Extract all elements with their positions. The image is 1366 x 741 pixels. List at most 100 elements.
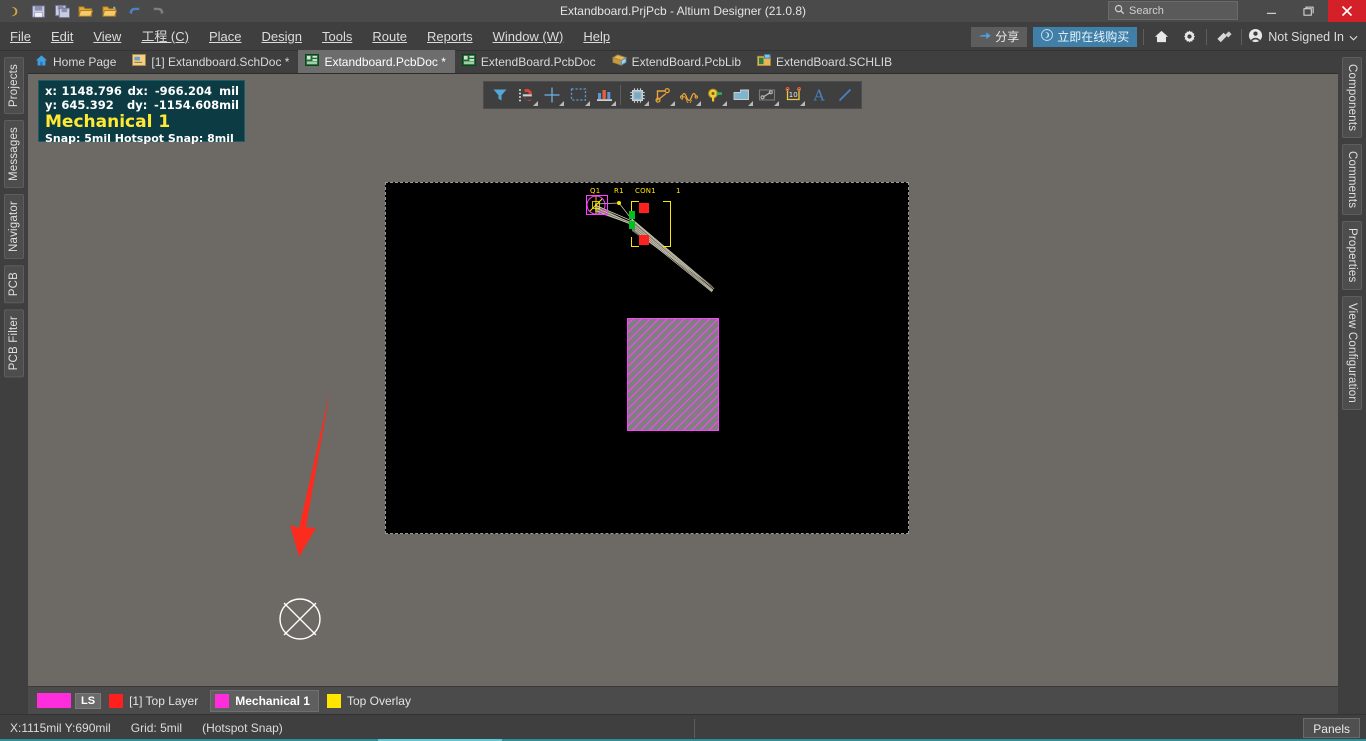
place-component-icon[interactable] bbox=[624, 83, 650, 107]
save-icon[interactable] bbox=[27, 1, 49, 21]
status-snap-mode: (Hotspot Snap) bbox=[202, 721, 283, 735]
place-line-icon[interactable] bbox=[832, 83, 858, 107]
con1-outline-bottom-right bbox=[663, 246, 671, 247]
undo-icon[interactable] bbox=[123, 1, 145, 21]
sidebar-item-navigator[interactable]: Navigator bbox=[4, 194, 24, 260]
measure-icon[interactable] bbox=[754, 83, 780, 107]
active-layer-label: Mechanical 1 bbox=[45, 112, 171, 132]
place-via-icon[interactable] bbox=[702, 83, 728, 107]
svg-text:A: A bbox=[813, 87, 825, 103]
menu-item-view[interactable]: View bbox=[83, 22, 131, 51]
search-input[interactable] bbox=[1129, 4, 1229, 17]
layer-tab-top-overlay[interactable]: Top Overlay bbox=[322, 690, 420, 712]
tab-label-extendboard-pcbdoc: ExtendBoard.PcbDoc bbox=[480, 54, 596, 69]
board-planning-icon[interactable] bbox=[591, 83, 617, 107]
menu-item-window[interactable]: Window (W) bbox=[483, 22, 574, 51]
extensions-icon[interactable] bbox=[1213, 26, 1235, 48]
document-tab-bar: Home Page [1] Extandboard.SchDoc * Extan… bbox=[28, 50, 1338, 74]
menu-item-edit[interactable]: Edit bbox=[41, 22, 83, 51]
snap-settings-label: Snap: 5mil Hotspot Snap: 8mil bbox=[45, 132, 234, 145]
r1-pad-a[interactable] bbox=[629, 211, 635, 219]
magnet-snap-icon[interactable] bbox=[513, 83, 539, 107]
crosshair-cursor-icon[interactable] bbox=[539, 83, 565, 107]
r1-pad bbox=[617, 201, 621, 205]
sidebar-item-messages[interactable]: Messages bbox=[4, 120, 24, 189]
menu-item-project[interactable]: 工程 (C) bbox=[131, 22, 199, 51]
sidebar-item-pcb-filter[interactable]: PCB Filter bbox=[4, 309, 24, 378]
restore-button[interactable] bbox=[1290, 0, 1328, 22]
tab-extandboard-schdoc[interactable]: [1] Extandboard.SchDoc * bbox=[125, 50, 298, 73]
home-icon[interactable] bbox=[1150, 26, 1172, 48]
menu-right-separator-3 bbox=[1241, 28, 1243, 45]
con1-outline-bottom-left bbox=[631, 246, 639, 247]
layer-sets-chip[interactable]: LS bbox=[33, 692, 102, 709]
minimize-button[interactable] bbox=[1252, 0, 1290, 22]
tab-label-extandboard-schdoc: [1] Extandboard.SchDoc * bbox=[151, 54, 290, 69]
user-avatar-icon bbox=[1248, 28, 1263, 46]
tab-extandboard-pcbdoc[interactable]: Extandboard.PcbDoc * bbox=[298, 50, 455, 73]
open-project-icon[interactable] bbox=[99, 1, 121, 21]
tab-extendboard-pcbdoc[interactable]: ExtendBoard.PcbDoc bbox=[455, 50, 605, 73]
menu-label-reports: Reports bbox=[427, 28, 473, 44]
tab-extendboard-pcblib[interactable]: ExtendBoard.PcbLib bbox=[605, 50, 750, 73]
tab-home-page[interactable]: Home Page bbox=[28, 50, 125, 73]
con1-pad-2[interactable] bbox=[639, 235, 649, 245]
left-panel-strip: Projects Messages Navigator PCB PCB Filt… bbox=[0, 51, 28, 686]
x-label: x: bbox=[45, 84, 58, 98]
sidebar-item-comments[interactable]: Comments bbox=[1342, 144, 1362, 216]
panels-button[interactable]: Panels bbox=[1303, 718, 1360, 738]
sign-in-button[interactable]: Not Signed In bbox=[1248, 28, 1362, 46]
title-bar: Extandboard.PrjPcb - Altium Designer (21… bbox=[0, 0, 1366, 22]
con1-pad-1[interactable] bbox=[639, 203, 649, 213]
global-search[interactable] bbox=[1108, 1, 1238, 20]
origin-crosshair-marker bbox=[279, 598, 321, 640]
menu-item-place[interactable]: Place bbox=[199, 22, 252, 51]
pcb-board-outline[interactable]: Q1 R1 CON1 1 bbox=[385, 182, 909, 534]
menu-label-view: View bbox=[93, 28, 122, 44]
interactive-routing-icon[interactable] bbox=[650, 83, 676, 107]
altium-mark-icon bbox=[1041, 29, 1054, 44]
status-grid: Grid: 5mil bbox=[130, 721, 183, 735]
pcbdoc-icon bbox=[305, 54, 320, 69]
menu-item-route[interactable]: Route bbox=[362, 22, 417, 51]
sidebar-item-components[interactable]: Components bbox=[1342, 57, 1362, 139]
menu-item-file[interactable]: File bbox=[0, 22, 41, 51]
coordinate-row-x: x: 1148.796 dx: -966.204 mil bbox=[45, 84, 239, 98]
menu-label-help: Help bbox=[583, 28, 611, 44]
sidebar-item-properties[interactable]: Properties bbox=[1342, 221, 1362, 290]
altium-logo-icon[interactable] bbox=[3, 1, 25, 21]
layer-swatch-top-overlay bbox=[326, 693, 341, 708]
gear-icon[interactable] bbox=[1178, 26, 1200, 48]
sidebar-item-projects[interactable]: Projects bbox=[4, 57, 24, 115]
save-all-icon[interactable] bbox=[51, 1, 73, 21]
filter-icon[interactable] bbox=[487, 83, 513, 107]
tab-extendboard-schlib[interactable]: ExtendBoard.SCHLIB bbox=[750, 50, 901, 73]
layer-tab-mechanical-1[interactable]: Mechanical 1 bbox=[210, 689, 319, 712]
menu-item-reports[interactable]: Reports bbox=[417, 22, 483, 51]
layer-label-mechanical-1: Mechanical 1 bbox=[235, 693, 310, 708]
place-fill-icon[interactable] bbox=[728, 83, 754, 107]
y-value: 645.392 bbox=[61, 98, 114, 112]
close-button[interactable] bbox=[1328, 0, 1366, 22]
layer-tab-top-layer[interactable]: [1] Top Layer bbox=[104, 690, 207, 712]
status-bar: X:1115mil Y:690mil Grid: 5mil (Hotspot S… bbox=[0, 714, 1366, 741]
menu-item-tools[interactable]: Tools bbox=[312, 22, 362, 51]
place-string-icon[interactable]: A bbox=[806, 83, 832, 107]
buy-online-button[interactable]: 立即在线购买 bbox=[1033, 26, 1138, 47]
tab-label-home-page: Home Page bbox=[53, 54, 117, 69]
menu-item-design[interactable]: Design bbox=[252, 22, 312, 51]
menu-label-file: File bbox=[10, 28, 31, 44]
annotation-arrow bbox=[290, 391, 330, 557]
sidebar-item-pcb[interactable]: PCB bbox=[4, 265, 24, 304]
place-dimension-icon[interactable]: 10 bbox=[780, 83, 806, 107]
open-icon[interactable] bbox=[75, 1, 97, 21]
menu-right-separator-1 bbox=[1143, 28, 1145, 45]
layer-sets-label: LS bbox=[75, 692, 102, 709]
differential-pair-routing-icon[interactable] bbox=[676, 83, 702, 107]
share-button[interactable]: 分享 bbox=[971, 26, 1028, 47]
menu-item-help[interactable]: Help bbox=[573, 22, 620, 51]
sidebar-item-view-configuration[interactable]: View Configuration bbox=[1342, 295, 1362, 410]
selection-box-icon[interactable] bbox=[565, 83, 591, 107]
r1-pad-b[interactable] bbox=[629, 221, 635, 229]
pcb-canvas[interactable]: x: 1148.796 dx: -966.204 mil y: 645.392 … bbox=[28, 74, 1338, 686]
